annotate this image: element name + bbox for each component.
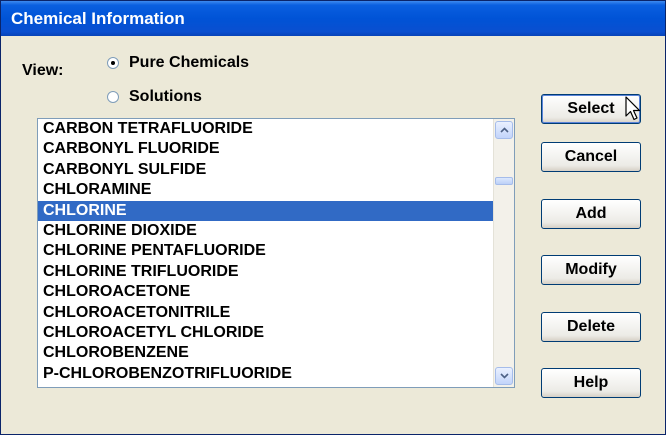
list-item[interactable]: CHLORINE DIOXIDE — [38, 221, 493, 241]
dialog-title: Chemical Information — [1, 1, 665, 36]
select-button[interactable]: Select — [541, 94, 641, 124]
chevron-up-icon — [499, 127, 509, 133]
radio-indicator-pure-chemicals[interactable] — [107, 57, 119, 69]
view-label: View: — [22, 62, 64, 79]
list-item[interactable]: CHLOROACETONITRILE — [38, 303, 493, 323]
vertical-scrollbar[interactable] — [493, 119, 514, 387]
scroll-up-button[interactable] — [495, 121, 513, 139]
add-button[interactable]: Add — [541, 199, 641, 229]
scroll-down-button[interactable] — [495, 367, 513, 385]
delete-button[interactable]: Delete — [541, 312, 641, 342]
radio-pure-chemicals[interactable]: Pure Chemicals — [107, 54, 249, 72]
chemical-list: CARBON TETRAFLUORIDE CARBONYL FLUORIDE CAR… — [38, 119, 493, 384]
radio-label-solutions: Solutions — [129, 88, 202, 105]
list-item[interactable]: CARBONYL SULFIDE — [38, 160, 493, 180]
list-item[interactable]: CHLORINE TRIFLUORIDE — [38, 262, 493, 282]
list-item[interactable]: CHLOROACETYL CHLORIDE — [38, 323, 493, 343]
radio-indicator-solutions[interactable] — [107, 91, 119, 103]
modify-button[interactable]: Modify — [541, 255, 641, 285]
list-item[interactable]: P-CHLOROBENZOTRIFLUORIDE — [38, 364, 493, 384]
chemical-information-dialog: Chemical Information View: Pure Chemical… — [0, 0, 666, 435]
radio-label-pure-chemicals: Pure Chemicals — [129, 54, 250, 71]
list-item[interactable]: CHLOROACETONE — [38, 282, 493, 302]
cancel-button[interactable]: Cancel — [541, 142, 641, 172]
scroll-thumb[interactable] — [495, 177, 513, 185]
chevron-down-icon — [499, 373, 509, 379]
list-item[interactable]: CHLOROBENZENE — [38, 343, 493, 363]
list-item[interactable]: CARBON TETRAFLUORIDE — [38, 119, 493, 139]
list-item[interactable]: CHLORINE PENTAFLUORIDE — [38, 241, 493, 261]
help-button[interactable]: Help — [541, 368, 641, 398]
list-item[interactable]: CHLORAMINE — [38, 180, 493, 200]
list-item[interactable]: CARBONYL FLUORIDE — [38, 139, 493, 159]
chemical-listbox[interactable]: CARBON TETRAFLUORIDE CARBONYL FLUORIDE CAR… — [37, 118, 515, 388]
radio-solutions[interactable]: Solutions — [107, 88, 202, 106]
list-item[interactable]: CHLORINE — [38, 200, 493, 221]
